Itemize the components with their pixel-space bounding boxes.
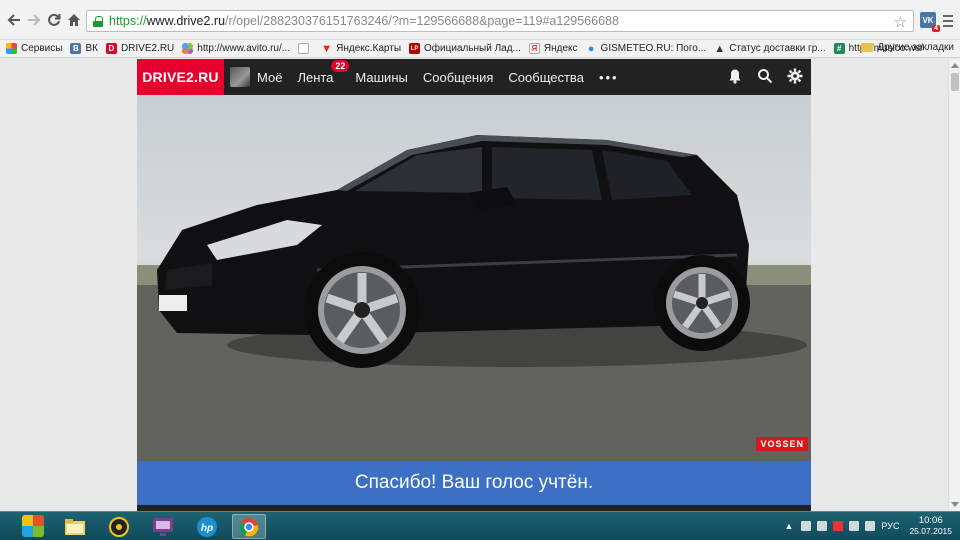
nav-messages[interactable]: Сообщения: [423, 70, 494, 85]
vk-extension-label: VK: [922, 15, 934, 25]
bookmarks-bar: Сервисы B ВК D DRIVE2.RU http://www.avit…: [0, 40, 960, 58]
windows-taskbar: hp ▲ РУС 10:06 25.07.2015: [0, 511, 960, 540]
media-player-icon[interactable]: [102, 514, 136, 539]
hp-icon[interactable]: hp: [190, 514, 224, 539]
tray-app-icon[interactable]: [801, 521, 812, 531]
browser-menu-icon[interactable]: [941, 12, 955, 28]
clock-date: 25.07.2015: [909, 526, 952, 536]
avito-icon: [182, 43, 194, 54]
bookmark-avito[interactable]: http://www.avito.ru/...: [182, 43, 290, 54]
explorer-icon[interactable]: [58, 514, 92, 539]
url-scheme: https://: [109, 14, 147, 28]
musico-icon: #: [833, 43, 845, 54]
car-photo: VOSSEN: [137, 95, 811, 461]
signal-icon[interactable]: [849, 521, 860, 531]
scroll-up-icon[interactable]: [951, 63, 959, 68]
apps-icon: [6, 43, 17, 54]
start-button-icon[interactable]: [22, 515, 44, 537]
nav-my[interactable]: Моё: [257, 70, 282, 85]
lp-icon: LP: [409, 43, 421, 54]
bookmark-blank[interactable]: [298, 43, 313, 54]
other-bookmarks-label: Другие закладки: [877, 42, 954, 53]
bookmark-delivery[interactable]: ▲ Статус доставки гр...: [714, 42, 826, 55]
drive2-icon: D: [105, 43, 117, 54]
page-scrollbar[interactable]: [948, 59, 960, 511]
nav-more[interactable]: •••: [599, 70, 619, 85]
feed-count-badge: 22: [331, 59, 350, 72]
folder-icon: [861, 43, 874, 52]
bookmark-lada[interactable]: LP Официальный Лад...: [409, 43, 521, 54]
nav-feed-label: Лента: [297, 69, 334, 85]
nav-feed[interactable]: Лента 22: [297, 59, 350, 85]
bookmark-label: Сервисы: [21, 43, 63, 54]
bookmark-yandex-maps[interactable]: ▼ Яндекс.Карты: [321, 42, 402, 55]
bookmark-label: DRIVE2.RU: [120, 43, 175, 54]
map-pin-icon: ▼: [321, 42, 333, 55]
yandex-icon: Я: [528, 43, 540, 54]
address-bar[interactable]: https://www.drive2.ru/r/opel/28823037615…: [86, 10, 914, 32]
bookmark-label: ВК: [85, 43, 98, 54]
chrome-icon[interactable]: [232, 514, 266, 539]
bookmark-label: Статус доставки гр...: [729, 43, 826, 54]
language-indicator[interactable]: РУС: [881, 521, 899, 531]
site-logo[interactable]: DRIVE2.RU: [137, 59, 224, 95]
blank-page-icon: [298, 43, 310, 54]
remote-desktop-icon[interactable]: [146, 514, 180, 539]
svg-text:hp: hp: [201, 523, 213, 534]
bookmark-label: Официальный Лад...: [424, 43, 521, 54]
lock-icon: [93, 15, 103, 27]
clock-time: 10:06: [918, 515, 943, 526]
bookmark-label: http://www.avito.ru/...: [197, 43, 291, 54]
browser-toolbar: https://www.drive2.ru/r/opel/28823037615…: [0, 0, 960, 40]
site-header: DRIVE2.RU Моё Лента 22 Машины Сообщения …: [137, 59, 811, 95]
volume-icon[interactable]: [865, 521, 876, 531]
vk-icon: B: [70, 43, 82, 54]
system-tray: ▲ РУС 10:06 25.07.2015: [785, 512, 953, 540]
bookmark-drive2[interactable]: D DRIVE2.RU: [105, 43, 175, 54]
clock[interactable]: 10:06 25.07.2015: [909, 515, 952, 537]
url-path: /r/opel/288230376151763246/?m=129566688&…: [225, 14, 619, 28]
scroll-thumb[interactable]: [951, 73, 959, 91]
bookmark-services[interactable]: Сервисы: [6, 43, 62, 54]
other-bookmarks[interactable]: Другие закладки: [861, 42, 954, 53]
vk-extension-icon[interactable]: VK 4: [920, 12, 940, 32]
bookmark-label: GISMETEO.RU: Пого...: [600, 43, 707, 54]
bookmark-yandex[interactable]: Я Яндекс: [528, 43, 578, 54]
home-icon[interactable]: [64, 10, 84, 30]
warning-icon: ▲: [714, 42, 726, 55]
gismeteo-icon: ●: [587, 42, 595, 55]
bookmark-vk[interactable]: B ВК: [70, 43, 98, 54]
vossen-watermark: VOSSEN: [756, 437, 808, 451]
back-icon[interactable]: [4, 10, 24, 30]
reload-icon[interactable]: [44, 10, 64, 30]
page-viewport: DRIVE2.RU Моё Лента 22 Машины Сообщения …: [0, 59, 948, 511]
tray-flag-icon[interactable]: [833, 521, 844, 531]
avatar[interactable]: [230, 67, 250, 87]
search-icon[interactable]: [757, 68, 773, 84]
settings-gear-icon[interactable]: [787, 68, 803, 84]
url-domain: www.drive2.ru: [146, 14, 226, 28]
vk-extension-badge: 4: [932, 25, 940, 32]
scroll-down-icon[interactable]: [951, 502, 959, 507]
bookmark-label: Яндекс.Карты: [336, 43, 402, 54]
forward-icon[interactable]: [24, 10, 44, 30]
bookmark-star-icon[interactable]: ☆: [894, 13, 907, 31]
tray-expand-icon[interactable]: ▲: [785, 521, 794, 531]
notifications-bell-icon[interactable]: [727, 68, 743, 84]
nav-cars[interactable]: Машины: [355, 70, 407, 85]
vote-confirmation-banner: Спасибо! Ваш голос учтён.: [137, 461, 811, 505]
nav-communities[interactable]: Сообщества: [508, 70, 584, 85]
battery-icon[interactable]: [817, 521, 828, 531]
bookmark-gismeteo[interactable]: ● GISMETEO.RU: Пого...: [586, 42, 707, 55]
bookmark-label: Яндекс: [543, 43, 578, 54]
